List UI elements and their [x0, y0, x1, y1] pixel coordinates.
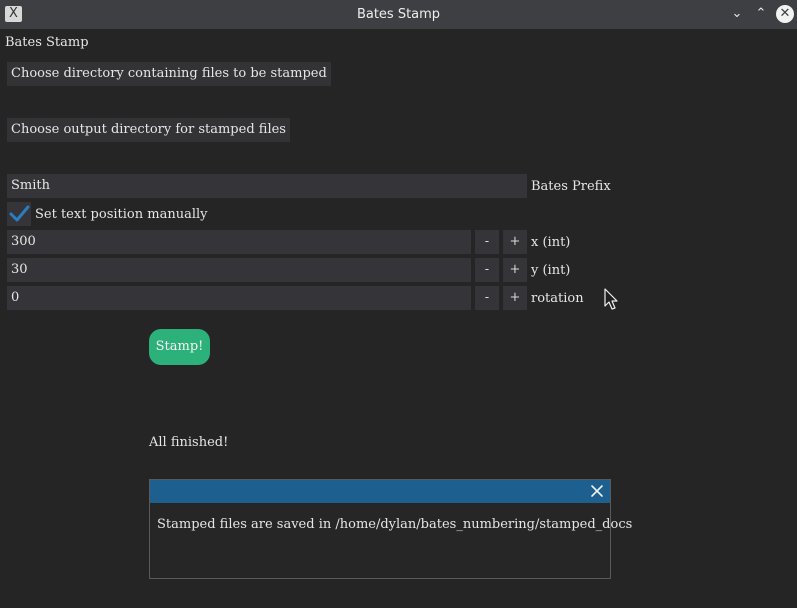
checkmark-icon [9, 205, 30, 222]
notification-header [150, 480, 610, 503]
close-icon[interactable] [590, 484, 604, 498]
status-text: All finished! [149, 435, 229, 450]
rotation-label: rotation [531, 291, 584, 306]
bates-prefix-input[interactable]: Smith [7, 174, 527, 198]
bates-prefix-label: Bates Prefix [531, 179, 611, 194]
rotation-decrement-button[interactable]: - [475, 286, 499, 310]
x-input[interactable]: 300 [7, 230, 471, 254]
mouse-pointer-icon [604, 288, 618, 310]
title-bar: X Bates Stamp ⌄ ⌃ ✕ [0, 0, 797, 29]
chevron-down-icon[interactable]: ⌄ [728, 5, 746, 23]
manual-position-checkbox[interactable] [7, 202, 31, 226]
choose-input-directory-button[interactable]: Choose directory containing files to be … [7, 62, 331, 86]
y-increment-button[interactable]: + [503, 258, 527, 282]
choose-output-directory-button[interactable]: Choose output directory for stamped file… [7, 118, 290, 142]
manual-position-label: Set text position manually [35, 207, 208, 222]
y-decrement-button[interactable]: - [475, 258, 499, 282]
close-icon[interactable]: ✕ [776, 5, 794, 23]
stamp-button[interactable]: Stamp! [149, 329, 210, 365]
notification-panel: Stamped files are saved in /home/dylan/b… [149, 479, 632, 579]
x-label: x (int) [531, 235, 571, 250]
y-label: y (int) [531, 263, 571, 278]
y-input[interactable]: 30 [7, 258, 471, 282]
notification-message: Stamped files are saved in /home/dylan/b… [157, 517, 633, 532]
chevron-up-icon[interactable]: ⌃ [752, 5, 770, 23]
window-title: Bates Stamp [356, 7, 441, 22]
rotation-input[interactable]: 0 [7, 286, 471, 310]
rotation-increment-button[interactable]: + [503, 286, 527, 310]
app-heading: Bates Stamp [5, 35, 89, 50]
x-increment-button[interactable]: + [503, 230, 527, 254]
x-decrement-button[interactable]: - [475, 230, 499, 254]
